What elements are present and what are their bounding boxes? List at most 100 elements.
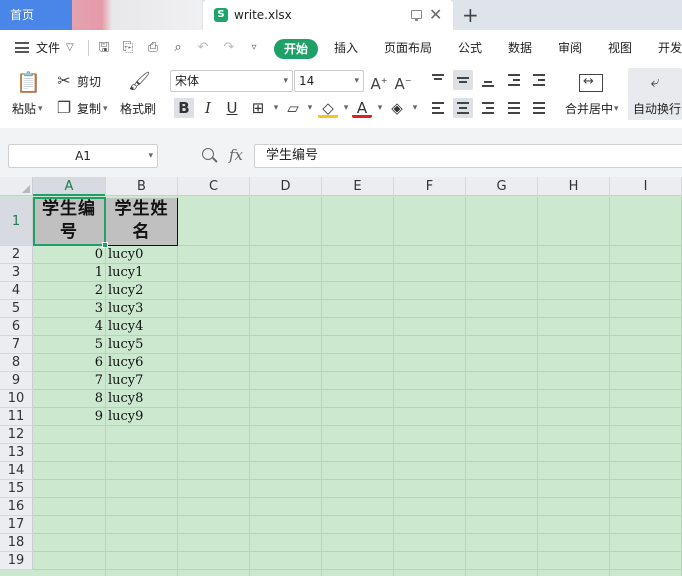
merge-center-icon[interactable] — [579, 74, 603, 92]
font-color-icon[interactable]: A — [352, 98, 372, 118]
menu-page-layout[interactable]: 页面布局 — [384, 30, 432, 66]
cell-name[interactable]: lucy5 — [108, 336, 176, 354]
row-header-9[interactable]: 9 — [0, 372, 33, 390]
chevron-down-icon[interactable]: ▽ — [66, 30, 74, 66]
menu-formulas[interactable]: 公式 — [458, 30, 482, 66]
chevron-down-icon[interactable]: ▾ — [38, 101, 43, 117]
underline-button[interactable]: U — [222, 98, 242, 118]
row-header-19[interactable]: 19 — [0, 552, 33, 570]
increase-font-icon[interactable]: A+ — [370, 71, 388, 94]
window-icon[interactable] — [411, 10, 422, 21]
cell-id[interactable]: 2 — [34, 282, 103, 300]
row-header-3[interactable]: 3 — [0, 264, 33, 282]
column-header-g[interactable]: G — [466, 177, 538, 196]
cell-id[interactable]: 8 — [34, 390, 103, 408]
home-tab[interactable]: 首页 — [0, 0, 72, 30]
align-center-icon[interactable] — [453, 98, 473, 118]
cut-icon[interactable]: ✂ — [55, 71, 73, 91]
spreadsheet-grid[interactable]: A B C D E F G H I 1 2 3 4 5 6 7 8 9 10 1… — [0, 177, 682, 576]
distributed-icon[interactable] — [529, 98, 549, 118]
file-menu[interactable]: 文件 — [36, 30, 60, 66]
redo-icon[interactable]: ↷ — [221, 40, 237, 56]
copy-icon[interactable]: ❐ — [55, 98, 73, 118]
row-header-2[interactable]: 2 — [0, 246, 33, 264]
align-middle-icon[interactable] — [453, 70, 473, 90]
wrap-text-button[interactable]: ⤶ 自动换行 — [628, 68, 682, 120]
row-header-14[interactable]: 14 — [0, 462, 33, 480]
cell-id[interactable]: 0 — [34, 246, 103, 264]
cell-id[interactable]: 1 — [34, 264, 103, 282]
cell-name[interactable]: lucy8 — [108, 390, 176, 408]
format-painter-button[interactable]: 格式刷 — [120, 101, 156, 117]
chevron-down-icon[interactable]: ▾ — [614, 101, 619, 117]
cell-name[interactable]: lucy1 — [108, 264, 176, 282]
align-left-icon[interactable] — [428, 98, 448, 118]
menu-insert[interactable]: 插入 — [334, 30, 358, 66]
column-header-a[interactable]: A — [33, 177, 106, 196]
add-tab-button[interactable]: + — [462, 0, 479, 30]
menu-home[interactable]: 开始 — [274, 39, 318, 59]
merge-center-button[interactable]: 合并居中 — [565, 101, 613, 117]
format-painter-icon[interactable]: 🖌 — [128, 72, 151, 92]
select-all-corner[interactable] — [0, 177, 33, 196]
save-icon[interactable]: 🖫 — [96, 40, 112, 56]
font-size-select[interactable]: 14 ▾ — [294, 70, 364, 92]
chevron-down-icon[interactable]: ▾ — [405, 98, 425, 118]
column-header-i[interactable]: I — [610, 177, 682, 196]
customize-icon[interactable]: ▿ — [246, 40, 262, 56]
row-header-12[interactable]: 12 — [0, 426, 33, 444]
cell-id[interactable]: 6 — [34, 354, 103, 372]
row-header-4[interactable]: 4 — [0, 282, 33, 300]
cell-name[interactable]: lucy3 — [108, 300, 176, 318]
chevron-down-icon[interactable]: ▾ — [103, 101, 108, 117]
row-header-15[interactable]: 15 — [0, 480, 33, 498]
print-preview-icon[interactable]: ⌕ — [170, 40, 186, 56]
row-header-18[interactable]: 18 — [0, 534, 33, 552]
chevron-down-icon[interactable]: ▾ — [300, 98, 320, 118]
cell-id[interactable]: 7 — [34, 372, 103, 390]
cell-name[interactable]: lucy9 — [108, 408, 176, 426]
row-header-6[interactable]: 6 — [0, 318, 33, 336]
cell-id[interactable]: 5 — [34, 336, 103, 354]
zoom-icon[interactable] — [202, 148, 214, 160]
align-bottom-icon[interactable] — [478, 70, 498, 90]
cell-b1[interactable]: 学生姓名 — [106, 198, 178, 246]
justify-icon[interactable] — [504, 98, 524, 118]
align-top-icon[interactable] — [428, 70, 448, 90]
decrease-indent-icon[interactable] — [504, 70, 524, 90]
align-right-icon[interactable] — [478, 98, 498, 118]
column-header-f[interactable]: F — [394, 177, 466, 196]
row-header-17[interactable]: 17 — [0, 516, 33, 534]
cell-name[interactable]: lucy6 — [108, 354, 176, 372]
formula-input[interactable]: 学生编号 — [254, 144, 682, 168]
function-icon[interactable]: fx — [229, 144, 243, 166]
cell-id[interactable]: 9 — [34, 408, 103, 426]
copy-button[interactable]: 复制 — [77, 101, 101, 117]
column-header-d[interactable]: D — [250, 177, 322, 196]
column-header-c[interactable]: C — [178, 177, 250, 196]
menu-icon[interactable] — [15, 42, 29, 53]
export-icon[interactable]: ⎘ — [120, 40, 136, 56]
cell-id[interactable]: 3 — [34, 300, 103, 318]
hidden-tab[interactable] — [72, 0, 202, 30]
increase-indent-icon[interactable] — [529, 70, 549, 90]
paste-icon[interactable]: 📋 — [16, 72, 41, 92]
menu-view[interactable]: 视图 — [608, 30, 632, 66]
clear-format-icon[interactable]: ◈ — [387, 98, 407, 118]
font-name-select[interactable]: 宋体 ▾ — [170, 70, 293, 92]
undo-icon[interactable]: ↶ — [195, 40, 211, 56]
column-header-h[interactable]: H — [538, 177, 610, 196]
italic-button[interactable]: I — [198, 98, 218, 118]
border-icon[interactable]: ⊞ — [248, 98, 268, 118]
row-header-5[interactable]: 5 — [0, 300, 33, 318]
column-header-e[interactable]: E — [322, 177, 394, 196]
cell-id[interactable]: 4 — [34, 318, 103, 336]
row-header-8[interactable]: 8 — [0, 354, 33, 372]
cell-name[interactable]: lucy0 — [108, 246, 176, 264]
decrease-font-icon[interactable]: A− — [394, 71, 412, 94]
name-box[interactable]: A1 ▾ — [8, 144, 158, 168]
paste-button[interactable]: 粘贴 — [12, 101, 36, 117]
row-header-7[interactable]: 7 — [0, 336, 33, 354]
menu-review[interactable]: 审阅 — [558, 30, 582, 66]
fill-handle[interactable] — [102, 242, 108, 248]
